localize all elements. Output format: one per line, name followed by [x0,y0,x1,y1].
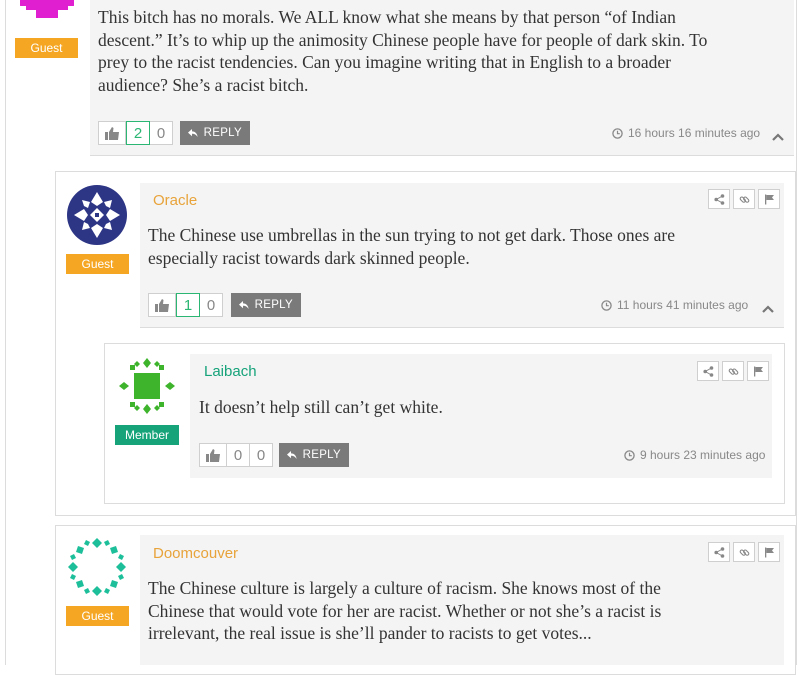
comment-timestamp: 16 hours 16 minutes ago [612,126,760,140]
share-button[interactable] [708,189,730,209]
link-button[interactable] [722,361,744,381]
comment-author[interactable]: Oracle [153,192,197,209]
comment-text: The Chinese use umbrellas in the sun try… [148,225,675,268]
share-button[interactable] [708,542,730,562]
flag-button[interactable] [758,542,780,562]
clock-icon [612,127,623,139]
link-icon [739,548,749,556]
reply-button[interactable]: REPLY [180,121,250,145]
flag-icon [764,547,774,557]
avatar [66,184,128,246]
panel-divider [140,327,784,328]
clock-icon [624,449,635,461]
clock-icon [601,299,612,311]
comment-author[interactable]: Laibach [204,363,257,380]
link-icon [739,195,749,203]
collapse-toggle[interactable] [772,128,784,146]
flag-icon [764,194,774,204]
chevron-up-icon [762,305,774,313]
reply-arrow-icon [239,300,249,310]
dislike-count: 0 [150,121,173,145]
share-icon [713,193,724,205]
comment-text: It doesn’t help still can’t get white. [199,397,443,417]
like-count: 2 [126,121,150,145]
comment-author[interactable]: Doomcouver [153,545,238,562]
like-count: 1 [176,293,200,317]
like-button[interactable] [148,293,176,317]
comment-tools [705,542,780,562]
reply-button[interactable]: REPLY [231,293,301,317]
user-badge: Member [115,425,179,445]
avatar [18,0,76,24]
like-button[interactable] [98,121,126,145]
thread-border-left [5,0,6,665]
panel-divider [90,155,794,156]
link-button[interactable] [733,189,755,209]
share-button[interactable] [697,361,719,381]
link-icon [728,367,738,375]
reply-arrow-icon [287,450,297,460]
comment-text: This bitch has no morals. We ALL know wh… [98,7,708,95]
dislike-count: 0 [200,293,223,317]
thumbs-up-icon [104,126,119,140]
user-badge: Guest [66,606,129,626]
vote-group: 1 0 [148,293,223,317]
thumbs-up-icon [154,298,169,312]
like-button[interactable] [199,443,227,467]
vote-group: 0 0 [199,443,273,467]
comment-tools [694,361,769,381]
flag-button[interactable] [758,189,780,209]
link-button[interactable] [733,542,755,562]
user-badge: Guest [66,254,129,274]
comment-tools [705,189,780,209]
comment-timestamp: 9 hours 23 minutes ago [624,448,765,462]
flag-button[interactable] [747,361,769,381]
dislike-count: 0 [250,443,273,467]
collapse-toggle[interactable] [762,300,774,318]
comment-timestamp: 11 hours 41 minutes ago [601,298,748,312]
like-count: 0 [227,443,250,467]
flag-icon [753,366,763,376]
reply-button[interactable]: REPLY [279,443,349,467]
user-badge: Guest [15,38,78,58]
vote-group: 2 0 [98,121,173,145]
comment-text: The Chinese culture is largely a culture… [148,578,662,643]
avatar [116,355,178,417]
thread-border-right [796,0,797,665]
chevron-up-icon [772,133,784,141]
avatar [66,536,128,598]
share-icon [713,546,724,558]
reply-arrow-icon [188,128,198,138]
share-icon [702,365,713,377]
thumbs-up-icon [205,448,220,462]
